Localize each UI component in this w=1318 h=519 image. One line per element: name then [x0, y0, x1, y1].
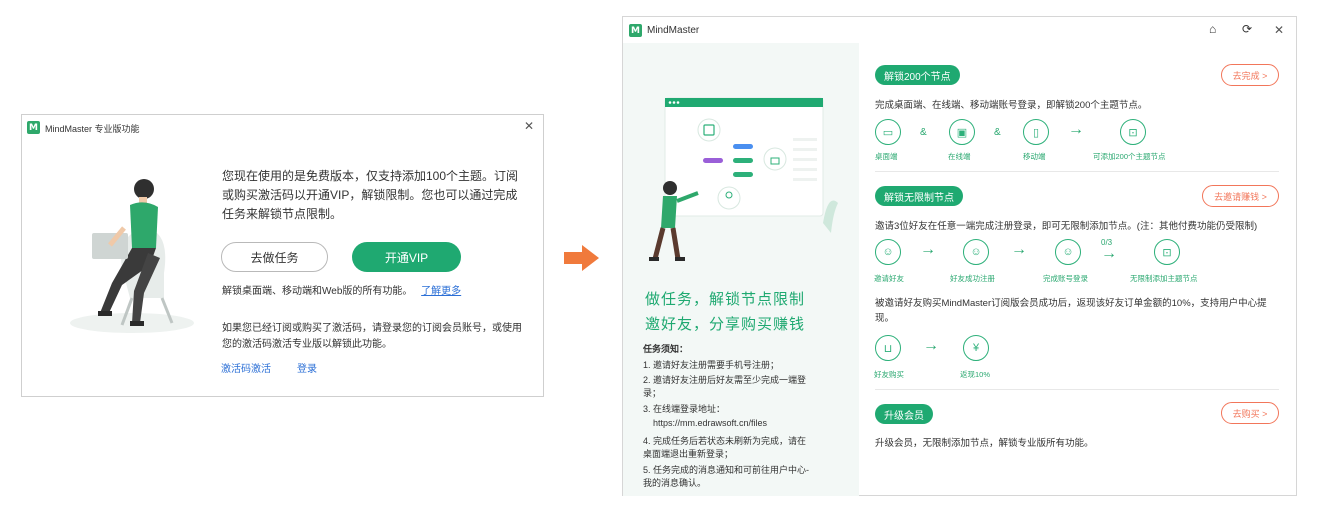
promo-line-1: 做任务，解锁节点限制 — [645, 291, 806, 308]
desktop-icon: ▭ — [875, 119, 901, 145]
cashback-description: 被邀请好友购买MindMaster订阅版会员成功后，返现该好友订单金额的10%，… — [875, 298, 1267, 324]
task-item: 4. 完成任务后若状态未刷新为完成，请在桌面端退出重新登录； — [643, 436, 807, 459]
and-symbol: & — [994, 127, 1001, 138]
step-caption: 无限制添加主题节点 — [1130, 274, 1198, 283]
invite-friend-icon: ☺ — [875, 239, 901, 265]
account-login-icon: ☺ — [1055, 239, 1081, 265]
step-caption: 移动端 — [1023, 152, 1046, 161]
free-version-description: 您现在使用的是免费版本，仅支持添加100个主题。订阅或购买激活码以开通VIP，解… — [222, 169, 519, 221]
window-title: MindMaster — [647, 25, 700, 36]
arrow-right-icon: → — [1011, 241, 1027, 258]
mindmaster-task-window: M MindMaster ⌂ ⟳ ✕ 做任务，解锁节点限制 邀好友，分享购买赚钱… — [622, 16, 1297, 496]
section-1-description: 完成桌面端、在线端、移动端账号登录，即解锁200个主题节点。 — [875, 100, 1148, 111]
cart-icon: ⊔ — [875, 335, 901, 361]
promo-pane: 做任务，解锁节点限制 邀好友，分享购买赚钱 任务须知： 1. 邀请好友注册需要手… — [623, 43, 859, 496]
task-item: 2. 邀请好友注册后好友需至少完成一端登录； — [643, 375, 807, 398]
tasks-title: 任务须知： — [643, 344, 689, 354]
browser-icon: ▣ — [949, 119, 975, 145]
friend-register-icon: ☺ — [963, 239, 989, 265]
person-laptop-illustration — [70, 179, 194, 333]
section-tag-upgrade: 升级会员 — [875, 404, 933, 424]
step-caption: 邀请好友 — [874, 274, 904, 283]
login-link[interactable]: 登录 — [297, 360, 317, 375]
section-tag-unlimited-nodes: 解锁无限制节点 — [875, 186, 963, 206]
arrow-right-icon: → — [920, 241, 936, 258]
node-icon: ⊡ — [1120, 119, 1146, 145]
open-vip-button[interactable]: 开通VIP — [352, 242, 461, 272]
section-2-description: 邀请3位好友在任意一端完成注册登录，即可无限制添加节点。(注：其他付费功能仍受限… — [875, 221, 1258, 232]
unlock-all-text: 解锁桌面端、移动端和Web版的所有功能。 — [222, 286, 413, 297]
arrow-right-icon: → — [1101, 245, 1117, 262]
learn-more-link[interactable]: 了解更多 — [421, 286, 461, 297]
section-tag-200-nodes: 解锁200个节点 — [875, 65, 960, 85]
login-hint-text: 如果您已经订阅或购买了激活码，请登录您的订阅会员账号，或使用您的激活码激活专业版… — [222, 323, 522, 350]
arrow-right-icon: → — [923, 337, 939, 354]
go-buy-button[interactable]: 去购买 > — [1221, 402, 1279, 424]
step-caption: 可添加200个主题节点 — [1093, 152, 1166, 161]
close-icon[interactable]: ✕ — [1274, 23, 1284, 37]
step-caption: 桌面端 — [875, 152, 898, 161]
pro-features-dialog: M MindMaster 专业版功能 ✕ 您现在使用的是免费版本，仅支持添加10… — [21, 114, 544, 397]
task-item: 3. 在线端登录地址： — [643, 404, 726, 414]
task-illustration — [649, 97, 838, 261]
promo-line-2: 邀好友，分享购买赚钱 — [645, 316, 806, 333]
task-item: 1. 邀请好友注册需要手机号注册； — [643, 360, 780, 370]
step-caption: 好友成功注册 — [950, 274, 995, 283]
mindmaster-logo-icon: M — [629, 24, 642, 37]
cashback-icon: ¥ — [963, 335, 989, 361]
invite-earn-button[interactable]: 去邀请赚钱 > — [1202, 185, 1279, 207]
arrow-right-icon: → — [1068, 121, 1084, 138]
transition-arrow-icon — [564, 245, 599, 271]
unlimited-nodes-icon: ⊡ — [1154, 239, 1180, 265]
step-caption: 在线端 — [948, 152, 971, 161]
online-url-link[interactable]: https://mm.edrawsoft.cn/files — [653, 417, 767, 430]
step-caption: 完成账号登录 — [1043, 274, 1088, 283]
do-tasks-button[interactable]: 去做任务 — [221, 242, 328, 272]
section-divider — [875, 171, 1279, 172]
refresh-icon[interactable]: ⟳ — [1242, 22, 1252, 36]
dialog-title: MindMaster 专业版功能 — [45, 124, 140, 134]
activation-code-link[interactable]: 激活码激活 — [221, 360, 271, 375]
step-caption: 好友购买 — [874, 370, 904, 379]
mobile-icon: ▯ — [1023, 119, 1049, 145]
close-icon[interactable]: ✕ — [524, 119, 534, 133]
section-3-description: 升级会员，无限制添加节点，解锁专业版所有功能。 — [875, 438, 1094, 449]
go-complete-button[interactable]: 去完成 > — [1221, 64, 1279, 86]
and-symbol: & — [920, 127, 927, 138]
section-divider — [875, 389, 1279, 390]
step-caption: 返现10% — [960, 370, 991, 379]
mindmaster-logo-icon: M — [27, 121, 40, 134]
home-icon[interactable]: ⌂ — [1209, 22, 1216, 36]
task-item: 5. 任务完成的消息通知和可前往用户中心-我的消息确认。 — [643, 465, 810, 488]
